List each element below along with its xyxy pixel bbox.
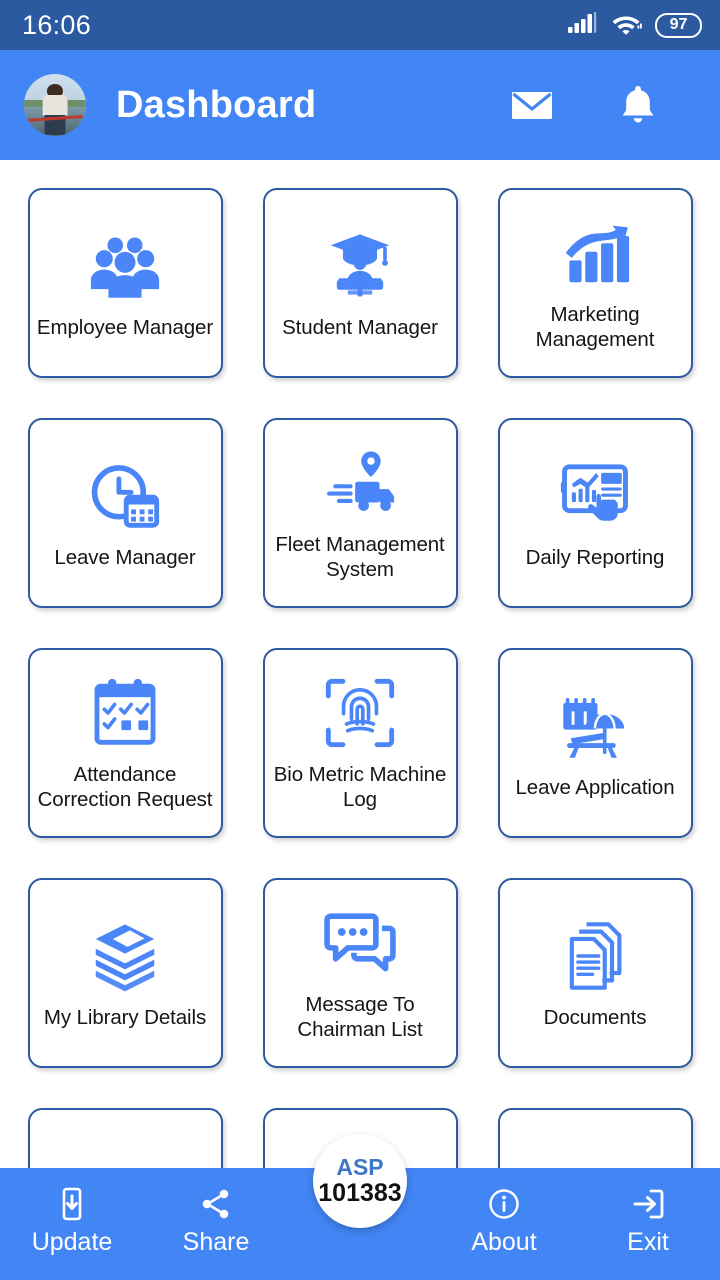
- nav-item-about[interactable]: About: [432, 1168, 576, 1257]
- card-label: Employee Manager: [36, 315, 214, 339]
- card-label: Leave Application: [515, 775, 675, 799]
- cellular-signal-icon: [567, 11, 597, 40]
- chat-bubbles-icon: [321, 904, 399, 982]
- status-icon-group: 97: [567, 11, 702, 40]
- card-documents[interactable]: Documents: [497, 878, 693, 1068]
- battery-level-text: 97: [669, 16, 688, 33]
- module-grid: Employee Manager Student Manager Marketi…: [0, 188, 720, 1280]
- nav-item-update[interactable]: Update: [0, 1168, 144, 1257]
- dashboard-content: Employee Manager Student Manager Marketi…: [0, 160, 720, 1280]
- card-label: Documents: [543, 1005, 647, 1029]
- card-label: Fleet Management System: [275, 533, 445, 581]
- tablet-report-hand-icon: [556, 457, 634, 535]
- card-message-to-chairman-list[interactable]: Message To Chairman List: [262, 878, 458, 1068]
- nav-item-exit[interactable]: Exit: [576, 1168, 720, 1257]
- card-label: Student Manager: [282, 315, 438, 339]
- people-group-icon: [86, 227, 164, 305]
- card-label: Marketing Management: [535, 303, 655, 351]
- card-attendance-correction-request[interactable]: Attendance Correction Request: [27, 648, 223, 838]
- asp-label: ASP: [336, 1154, 384, 1181]
- card-marketing-management[interactable]: Marketing Management: [497, 188, 693, 378]
- card-my-library-details[interactable]: My Library Details: [27, 878, 223, 1068]
- app-bar-actions: [510, 83, 660, 127]
- card-bio-metric-machine-log[interactable]: Bio Metric Machine Log: [262, 648, 458, 838]
- status-bar: 16:06 97: [0, 0, 720, 50]
- asp-badge-button[interactable]: ASP 101383: [313, 1134, 407, 1228]
- fingerprint-scan-icon: [321, 674, 399, 752]
- card-student-manager[interactable]: Student Manager: [262, 188, 458, 378]
- card-label: Daily Reporting: [525, 545, 665, 569]
- bottom-navigation: Update Share ASP 101383 About Exit: [0, 1134, 720, 1280]
- dashboard-screen: 16:06 97 Dashboard Employee Manager Stud…: [0, 0, 720, 1280]
- documents-stack-icon: [556, 917, 634, 995]
- card-label: Attendance Correction Request: [37, 763, 213, 811]
- card-employee-manager[interactable]: Employee Manager: [27, 188, 223, 378]
- mail-icon[interactable]: [510, 83, 554, 127]
- user-avatar[interactable]: [24, 74, 86, 136]
- nav-item-share[interactable]: Share: [144, 1168, 288, 1257]
- page-title: Dashboard: [116, 83, 317, 126]
- wifi-icon: [610, 11, 642, 40]
- card-daily-reporting[interactable]: Daily Reporting: [497, 418, 693, 608]
- app-bar: Dashboard: [0, 50, 720, 160]
- nav-label: Update: [31, 1228, 113, 1256]
- info-circle-icon: [486, 1186, 522, 1222]
- card-leave-manager[interactable]: Leave Manager: [27, 418, 223, 608]
- nav-label: Share: [182, 1228, 250, 1256]
- nav-label: About: [471, 1228, 537, 1256]
- battery-icon: 97: [655, 12, 702, 38]
- beach-umbrella-chair-icon: [556, 687, 634, 765]
- calendar-checklist-icon: [86, 674, 164, 752]
- book-stack-icon: [86, 917, 164, 995]
- bell-icon[interactable]: [616, 83, 660, 127]
- card-leave-application[interactable]: Leave Application: [497, 648, 693, 838]
- status-clock: 16:06: [22, 9, 92, 40]
- share-icon: [198, 1186, 234, 1222]
- card-label: Message To Chairman List: [297, 993, 423, 1041]
- nav-label: Exit: [627, 1228, 669, 1256]
- asp-id-number: 101383: [318, 1179, 402, 1208]
- growth-bar-chart-icon: [556, 214, 634, 292]
- phone-download-icon: [54, 1186, 90, 1222]
- card-label: Leave Manager: [54, 545, 196, 569]
- card-label: Bio Metric Machine Log: [273, 763, 447, 811]
- card-fleet-management-system[interactable]: Fleet Management System: [262, 418, 458, 608]
- clock-calendar-icon: [86, 457, 164, 535]
- card-label: My Library Details: [43, 1005, 207, 1029]
- exit-arrow-icon: [630, 1186, 666, 1222]
- nav-item-fab-slot: ASP 101383: [288, 1134, 432, 1228]
- graduate-student-icon: [321, 227, 399, 305]
- delivery-truck-icon: [321, 444, 399, 522]
